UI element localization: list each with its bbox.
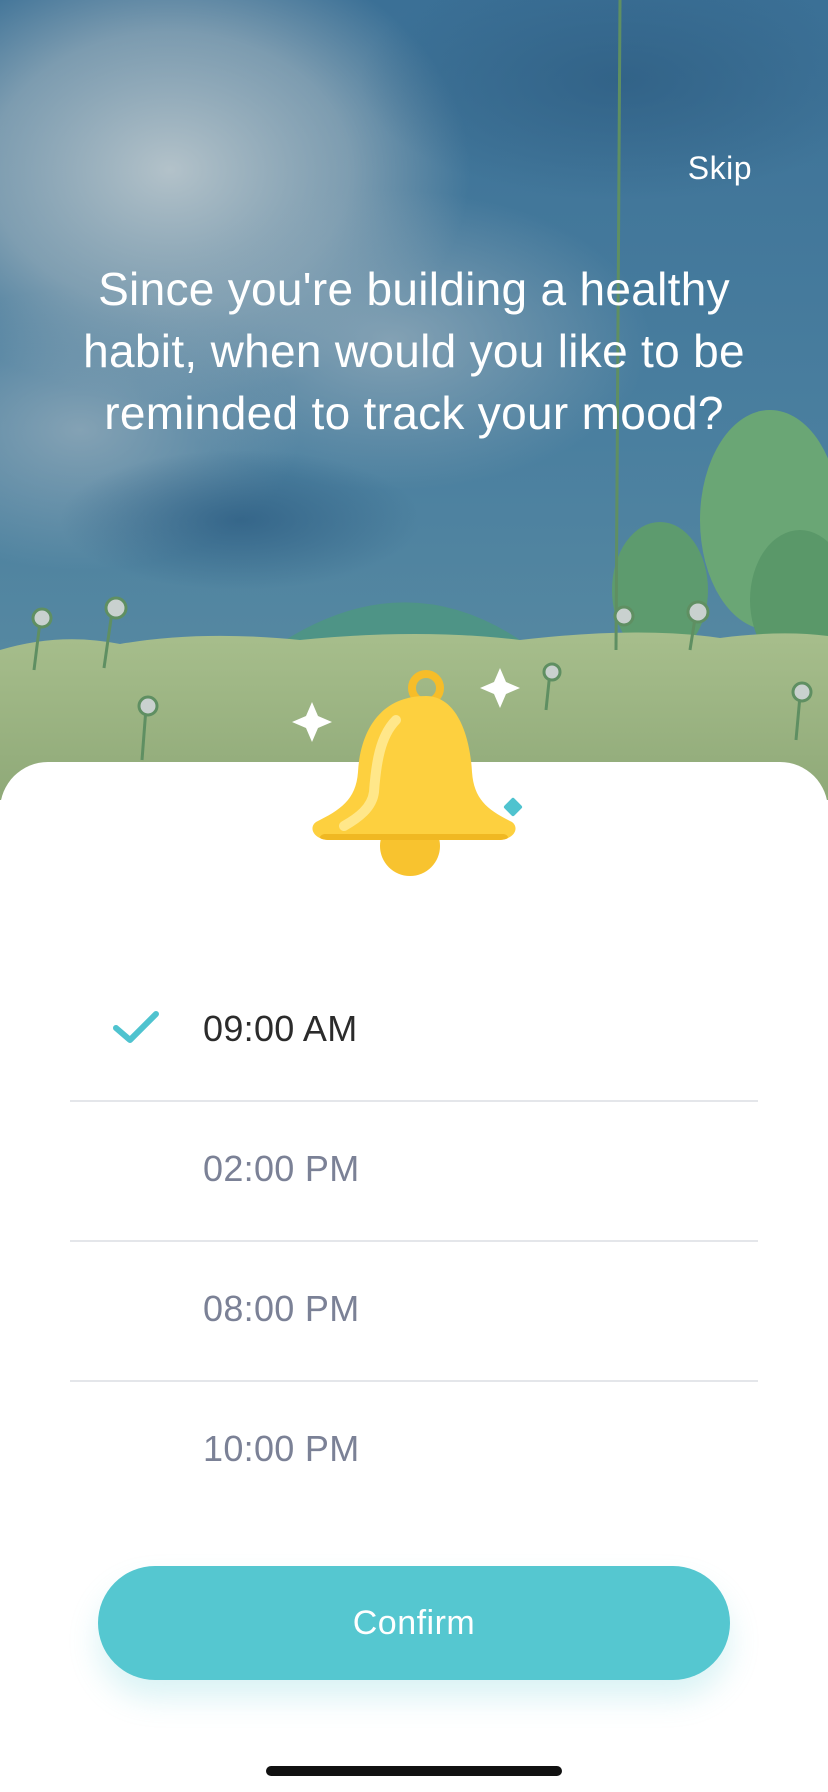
- sparkle-icon: [480, 668, 520, 708]
- reminder-option-1000pm[interactable]: 10:00 PM: [70, 1382, 758, 1522]
- checkmark-icon: [113, 1011, 159, 1043]
- reminder-time-list: 09:00 AM 02:00 PM 08:00 PM 10:00 PM: [70, 962, 758, 1522]
- reminder-option-0200pm[interactable]: 02:00 PM: [70, 1102, 758, 1242]
- reminder-option-label: 08:00 PM: [203, 1288, 360, 1329]
- bell-icon: [288, 660, 548, 890]
- sparkle-icon: [292, 702, 332, 742]
- reminder-option-label: 10:00 PM: [203, 1428, 360, 1469]
- reminder-option-label: 02:00 PM: [203, 1148, 360, 1189]
- reminder-option-0900am[interactable]: 09:00 AM: [70, 962, 758, 1102]
- reminder-option-0800pm[interactable]: 08:00 PM: [70, 1242, 758, 1382]
- reminder-question: Since you're building a healthy habit, w…: [83, 263, 745, 439]
- home-indicator: [266, 1766, 562, 1776]
- confirm-button[interactable]: Confirm: [98, 1566, 730, 1680]
- reminder-option-label: 09:00 AM: [203, 1008, 358, 1049]
- skip-button[interactable]: Skip: [688, 150, 752, 187]
